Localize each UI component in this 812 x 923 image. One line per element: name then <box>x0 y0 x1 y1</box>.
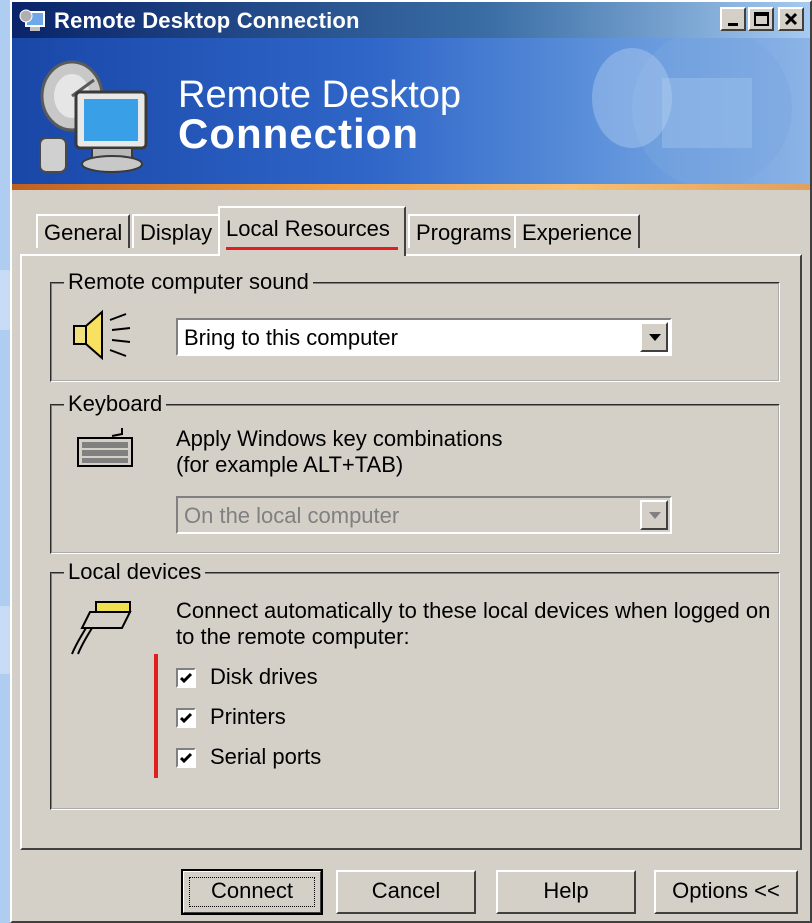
checkmark-icon <box>179 752 193 764</box>
tab-strip: General Display Local Resources Programs… <box>12 206 810 256</box>
keyboard-icon <box>77 428 133 467</box>
keyboard-dropdown-button <box>640 500 668 530</box>
printers-label[interactable]: Printers <box>210 704 286 730</box>
devices-group: Local devices Connect automatically to t… <box>50 559 780 810</box>
sound-group: Remote computer sound Bring to this comp… <box>50 269 780 382</box>
banner: Remote Desktop Connection <box>12 38 810 190</box>
serial-ports-label[interactable]: Serial ports <box>210 744 321 770</box>
title-bar[interactable]: Remote Desktop Connection <box>12 2 810 38</box>
tab-display-label: Display <box>140 220 213 245</box>
sound-legend: Remote computer sound <box>64 269 313 295</box>
minimize-icon <box>728 23 738 26</box>
sound-select[interactable]: Bring to this computer <box>176 318 672 356</box>
tab-local-resources-label: Local Resources <box>226 216 390 241</box>
chevron-down-icon <box>649 512 661 519</box>
cancel-button[interactable]: Cancel <box>336 870 476 914</box>
devices-description-line2: to the remote computer: <box>176 624 410 649</box>
window-title: Remote Desktop Connection <box>54 8 360 33</box>
tab-experience[interactable]: Experience <box>514 214 641 248</box>
help-button-label: Help <box>543 878 589 903</box>
banner-title-line2: Connection <box>178 110 419 157</box>
local-resources-panel: Remote computer sound Bring to this comp… <box>20 254 802 850</box>
sound-dropdown-button[interactable] <box>640 322 668 352</box>
keyboard-select-value: On the local computer <box>184 503 400 528</box>
close-button[interactable] <box>778 7 804 31</box>
tab-programs-label: Programs <box>416 220 512 245</box>
active-tab-underline <box>226 247 398 250</box>
checkmark-icon <box>179 712 193 724</box>
tab-general-label: General <box>44 220 123 245</box>
devices-legend: Local devices <box>64 559 206 585</box>
chevron-down-icon <box>649 334 661 341</box>
remote-desktop-window: Remote Desktop Connection Remote Desktop <box>10 0 812 923</box>
keyboard-group: Keyboard Apply Windows key combinations … <box>50 391 780 554</box>
banner-decoration <box>592 38 792 188</box>
tab-local-resources[interactable]: Local Resources <box>218 206 406 256</box>
tab-general[interactable]: General <box>36 214 131 248</box>
keyboard-description-line2: (for example ALT+TAB) <box>176 452 404 477</box>
keyboard-description-line1: Apply Windows key combinations <box>176 426 503 451</box>
tab-display[interactable]: Display <box>132 214 221 248</box>
cancel-button-label: Cancel <box>371 878 441 903</box>
minimize-button[interactable] <box>720 7 746 31</box>
devices-highlight-bar <box>154 654 158 778</box>
speaker-icon <box>73 309 131 361</box>
options-button-label: Options << <box>672 878 780 903</box>
maximize-button[interactable] <box>748 7 774 31</box>
sound-select-value: Bring to this computer <box>184 325 398 350</box>
maximize-icon <box>754 12 769 26</box>
banner-stripe <box>12 184 810 190</box>
disk-drives-label[interactable]: Disk drives <box>210 664 318 690</box>
remote-desktop-logo-icon <box>39 60 148 173</box>
remote-desktop-app-icon[interactable] <box>18 6 48 39</box>
tab-programs[interactable]: Programs <box>408 214 520 248</box>
devices-description-line1: Connect automatically to these local dev… <box>176 598 771 623</box>
checkmark-icon <box>179 672 193 684</box>
disk-drives-checkbox[interactable] <box>176 668 196 688</box>
focus-rectangle <box>189 877 315 907</box>
device-plug-icon <box>71 601 132 655</box>
printers-checkbox[interactable] <box>176 708 196 728</box>
options-button[interactable]: Options << <box>654 870 798 914</box>
close-icon <box>784 12 798 26</box>
serial-ports-checkbox[interactable] <box>176 748 196 768</box>
keyboard-legend: Keyboard <box>64 391 167 417</box>
connect-button[interactable]: Connect <box>181 869 323 915</box>
help-button[interactable]: Help <box>496 870 636 914</box>
tab-experience-label: Experience <box>522 220 633 245</box>
keyboard-select: On the local computer <box>176 496 672 534</box>
